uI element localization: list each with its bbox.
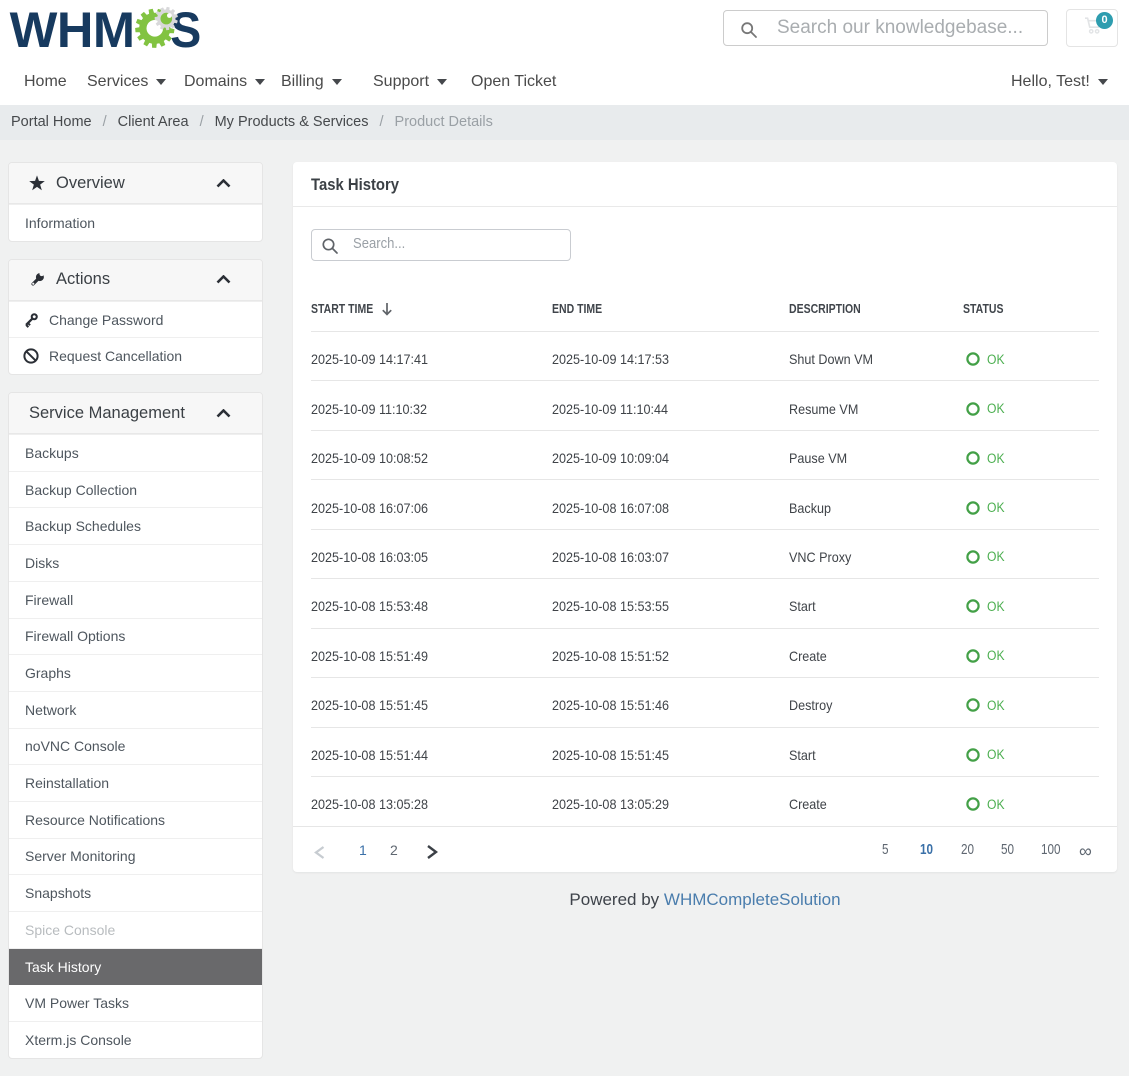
svg-text:S: S xyxy=(170,2,201,56)
svg-text:WHM: WHM xyxy=(10,1,135,56)
